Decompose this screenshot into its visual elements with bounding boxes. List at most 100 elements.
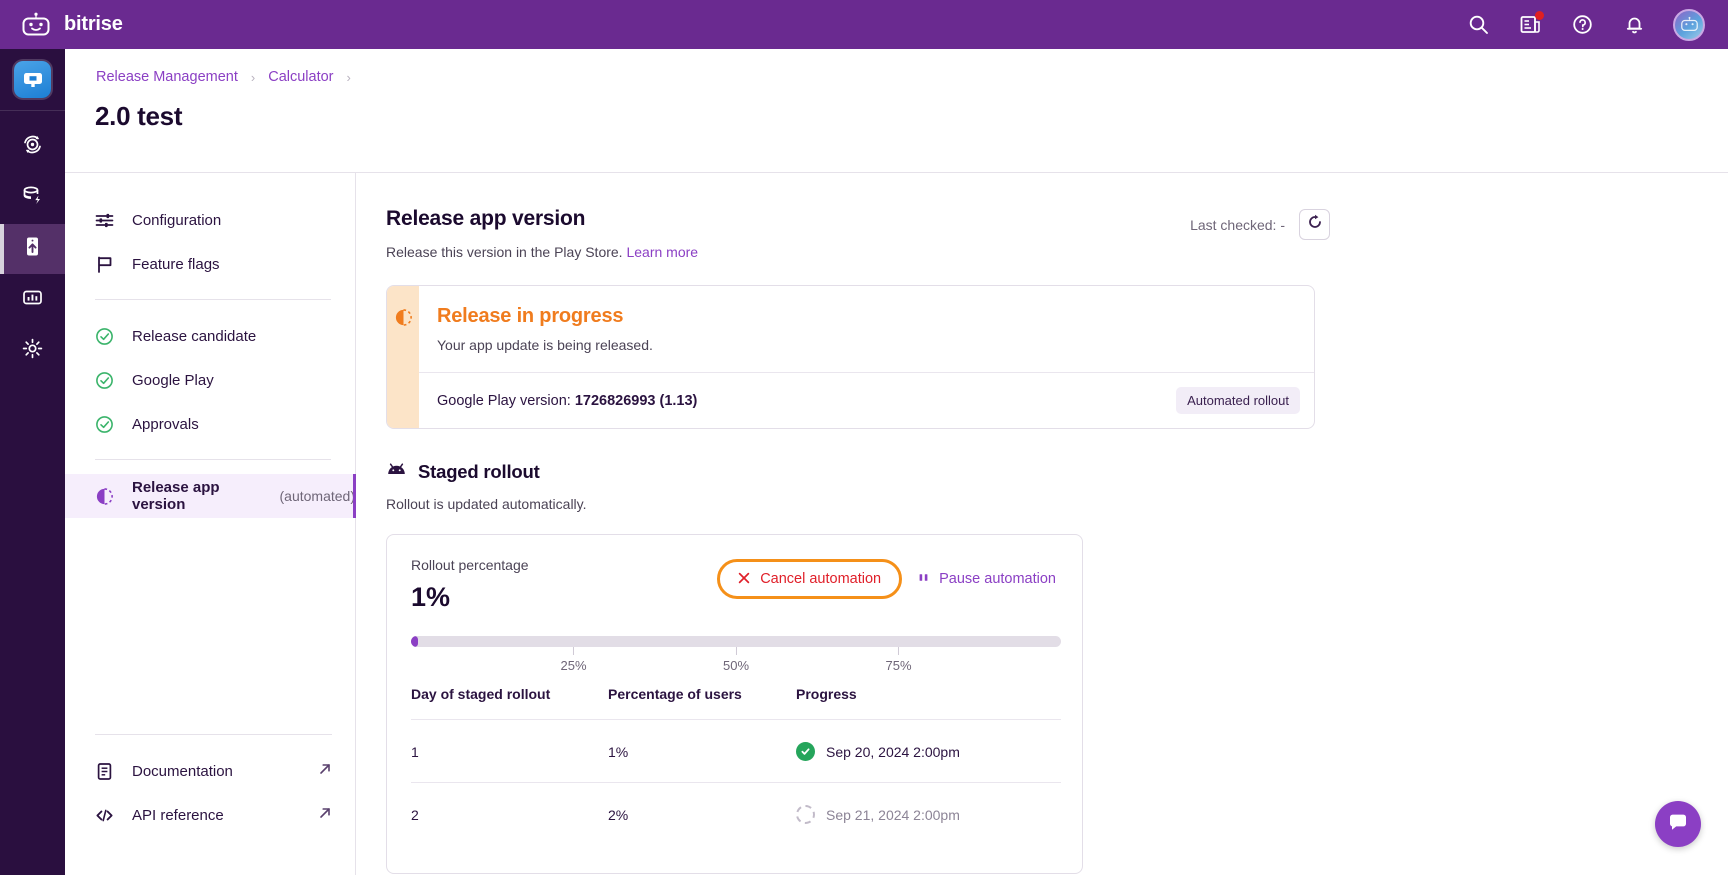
cell-progress: Sep 21, 2024 2:00pm [796, 783, 1061, 846]
release-upload-icon [21, 235, 44, 263]
whats-new-icon[interactable] [1517, 12, 1543, 38]
google-play-version: Google Play version: 1726826993 (1.13) [437, 393, 697, 409]
table-header-row: Day of staged rollout Percentage of user… [411, 686, 1061, 720]
cell-day: 2 [411, 783, 608, 846]
cell-progress: Sep 20, 2024 2:00pm [796, 720, 1061, 783]
database-icon [21, 184, 44, 212]
primary-sidebar [0, 49, 65, 875]
google-play-version-value: 1726826993 (1.13) [575, 393, 698, 409]
brand-logo-link[interactable]: bitrise [19, 12, 164, 38]
rollout-tick-label: 75% [885, 658, 911, 673]
sidebar-item-label: Feature flags [132, 256, 220, 273]
sidebar-item-feature-flags[interactable]: Feature flags [65, 242, 355, 286]
pause-automation-button[interactable]: Pause automation [915, 565, 1058, 594]
insights-icon [21, 286, 44, 314]
cell-percentage: 2% [608, 783, 796, 846]
search-icon[interactable] [1465, 12, 1491, 38]
main-content: Release app version Release this version… [356, 172, 1728, 875]
section-subtitle: Release this version in the Play Store. … [386, 244, 1728, 260]
sidebar-item-builds[interactable] [0, 122, 65, 172]
staged-rollout-subtitle: Rollout is updated automatically. [386, 496, 1728, 512]
breadcrumb-item-release-management[interactable]: Release Management [96, 69, 238, 85]
rollout-tick: 25% [560, 647, 586, 673]
sidebar-item-artifacts[interactable] [0, 173, 65, 223]
check-circle-icon [796, 742, 815, 761]
sidebar-item-label: Release app version [132, 479, 262, 513]
rollout-actions: Cancel automation Pause automation [717, 557, 1058, 599]
sidebar-item-label: Documentation [132, 763, 233, 780]
check-circle-icon [95, 327, 114, 346]
breadcrumb: Release Management › Calculator › [96, 69, 351, 85]
column-header-day: Day of staged rollout [411, 686, 608, 720]
rollout-percentage-group: Rollout percentage 1% [411, 557, 529, 613]
check-circle-icon [95, 371, 114, 390]
sidebar-item-release-candidate[interactable]: Release candidate [65, 314, 355, 358]
rollout-tick-label: 25% [560, 658, 586, 673]
cancel-automation-button[interactable]: Cancel automation [717, 559, 902, 599]
sidebar-item-release-app-version[interactable]: Release app version (automated) [65, 474, 355, 518]
sidebar-item-release-management[interactable] [0, 224, 65, 274]
rollout-progress-ticks: 25%50%75% [411, 647, 1061, 677]
half-circle-icon [394, 308, 413, 428]
rail-divider [0, 110, 65, 111]
breadcrumb-separator: › [347, 70, 351, 85]
google-play-version-label: Google Play version: [437, 393, 571, 409]
staged-rollout-title: Staged rollout [418, 461, 540, 483]
banner-accent-stripe [387, 286, 419, 428]
progress-cell: Sep 21, 2024 2:00pm [796, 805, 1061, 824]
cell-percentage: 1% [608, 720, 796, 783]
refresh-icon [1307, 214, 1323, 235]
last-checked-group: Last checked: - [1190, 209, 1330, 240]
secondary-sidebar: Configuration Feature flags Release cand… [65, 172, 356, 875]
progress-timestamp: Sep 21, 2024 2:00pm [826, 807, 960, 823]
staged-rollout-table: Day of staged rollout Percentage of user… [411, 686, 1061, 845]
close-icon [738, 571, 750, 587]
notifications-icon[interactable] [1621, 12, 1647, 38]
sidebar-item-label: Release candidate [132, 328, 256, 345]
learn-more-link[interactable]: Learn more [626, 244, 698, 260]
topbar-actions [1465, 9, 1705, 41]
sidebar-item-api-reference[interactable]: API reference [65, 793, 356, 837]
sidebar-item-suffix: (automated) [280, 488, 355, 504]
table-row: 11% Sep 20, 2024 2:00pm [411, 720, 1061, 783]
app-tile-icon[interactable] [14, 61, 51, 98]
check-circle-icon [95, 415, 114, 434]
bitrise-robot-icon [19, 12, 53, 38]
staged-rollout-header: Staged rollout [386, 461, 1728, 483]
half-circle-icon [95, 487, 114, 506]
sidebar-item-label: API reference [132, 807, 224, 824]
banner-top: Release in progress Your app update is b… [419, 286, 1314, 372]
progress-timestamp: Sep 20, 2024 2:00pm [826, 744, 960, 760]
pause-icon [917, 571, 930, 588]
banner-title: Release in progress [437, 305, 1292, 328]
rollout-percentage-value: 1% [411, 582, 529, 613]
rollout-tick: 75% [885, 647, 911, 673]
help-icon[interactable] [1569, 12, 1595, 38]
subnav-divider [95, 734, 332, 735]
main-inner: Release app version Release this version… [356, 173, 1728, 874]
cell-day: 1 [411, 720, 608, 783]
sidebar-item-insights[interactable] [0, 275, 65, 325]
chat-button[interactable] [1655, 801, 1701, 847]
sidebar-item-label: Configuration [132, 212, 221, 229]
pending-circle-icon [796, 805, 815, 824]
breadcrumb-item-calculator[interactable]: Calculator [268, 69, 333, 85]
flag-icon [95, 255, 114, 274]
rollout-tick-line [573, 647, 574, 655]
sidebar-item-google-play[interactable]: Google Play [65, 358, 355, 402]
sidebar-item-approvals[interactable]: Approvals [65, 402, 355, 446]
code-icon [95, 806, 114, 825]
refresh-button[interactable] [1299, 209, 1330, 240]
sidebar-item-configuration[interactable]: Configuration [65, 198, 355, 242]
notification-badge-dot [1535, 11, 1544, 20]
banner-body: Release in progress Your app update is b… [419, 286, 1314, 428]
section-title: Release app version [386, 207, 1728, 231]
sidebar-item-documentation[interactable]: Documentation [65, 749, 356, 793]
chat-icon [1667, 811, 1689, 838]
sidebar-item-settings[interactable] [0, 326, 65, 376]
rollout-progress-fill [411, 636, 418, 647]
avatar[interactable] [1673, 9, 1705, 41]
top-navigation-bar: bitrise [0, 0, 1728, 49]
last-checked-label: Last checked: - [1190, 217, 1285, 233]
rollout-progress-track[interactable] [411, 636, 1061, 647]
